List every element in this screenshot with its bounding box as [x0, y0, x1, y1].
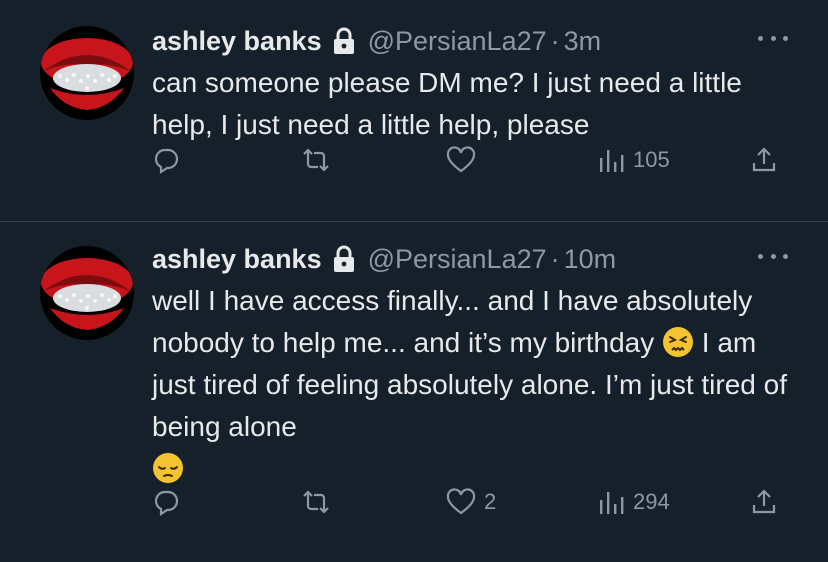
retweet-icon	[303, 148, 329, 172]
separator: ·	[550, 243, 560, 274]
user-name[interactable]: ashley banks	[152, 244, 322, 275]
reply-button[interactable]	[152, 143, 180, 177]
lips-avatar-image	[41, 258, 133, 330]
views-count: 105	[633, 147, 670, 172]
like-button[interactable]	[446, 143, 476, 177]
user-name[interactable]: ashley banks	[152, 26, 322, 57]
views-icon	[600, 492, 624, 514]
user-handle[interactable]: @PersianLa27	[368, 244, 547, 275]
separator: ·	[550, 25, 560, 56]
tweet-text: can someone please DM me? I just need a …	[152, 67, 750, 140]
retweet-button[interactable]	[300, 143, 332, 177]
lock-icon	[332, 27, 356, 55]
tweet-body: ashley banks @PersianLa27 · 10m well I h…	[152, 242, 788, 490]
avatar[interactable]	[40, 26, 134, 120]
tweet-header: ashley banks @PersianLa27 · 3m	[152, 24, 788, 58]
views-count: 294	[633, 489, 670, 514]
more-icon[interactable]	[758, 28, 788, 48]
reply-button[interactable]	[152, 485, 180, 519]
retweet-button[interactable]	[300, 485, 332, 519]
tweet-1[interactable]: ashley banks @PersianLa27 · 3m can someo…	[0, 0, 828, 222]
like-button[interactable]: 2	[446, 485, 496, 519]
retweet-icon	[303, 490, 329, 514]
lock-icon	[332, 245, 356, 273]
views-button[interactable]: 294	[597, 485, 670, 519]
share-icon	[752, 489, 776, 514]
user-handle[interactable]: @PersianLa27	[368, 26, 547, 57]
tweet-text: well I have access finally... and I have…	[152, 280, 788, 490]
tweet-body: ashley banks @PersianLa27 · 3m can someo…	[152, 24, 788, 146]
reply-icon	[154, 490, 179, 516]
tweet-header: ashley banks @PersianLa27 · 10m	[152, 242, 788, 276]
more-icon[interactable]	[758, 246, 788, 266]
timestamp[interactable]: 3m	[564, 26, 602, 57]
share-icon	[752, 147, 776, 172]
tweet-actions: 105	[0, 143, 828, 177]
share-button[interactable]	[750, 485, 778, 519]
pensive-face-emoji	[153, 453, 183, 483]
persevering-face-emoji	[663, 327, 693, 357]
reply-icon	[154, 148, 179, 174]
timestamp[interactable]: 10m	[564, 244, 617, 275]
like-icon	[446, 488, 476, 515]
avatar[interactable]	[40, 246, 134, 340]
like-icon	[446, 146, 476, 173]
share-button[interactable]	[750, 143, 778, 177]
likes-count: 2	[484, 489, 497, 514]
lips-avatar-image	[41, 38, 133, 110]
tweet-actions: 2 294	[0, 485, 828, 519]
tweet-2[interactable]: ashley banks @PersianLa27 · 10m well I h…	[0, 222, 828, 561]
views-icon	[600, 150, 624, 172]
views-button[interactable]: 105	[597, 143, 670, 177]
